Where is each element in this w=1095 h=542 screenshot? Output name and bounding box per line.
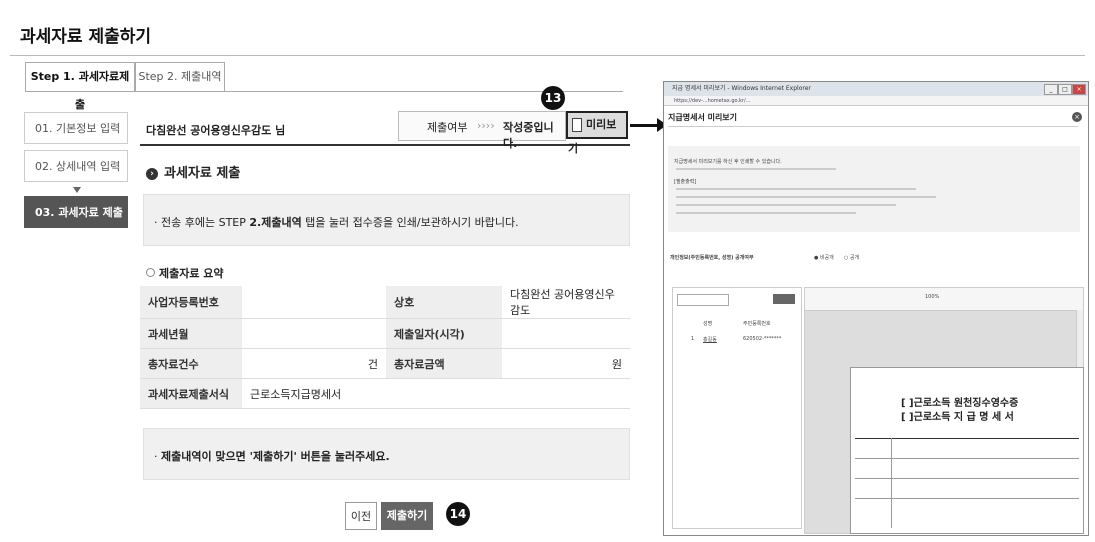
window-close-icon[interactable]: × bbox=[1072, 84, 1086, 95]
status-arrows: ›››› bbox=[477, 119, 495, 132]
value-biz-reg-no bbox=[242, 286, 386, 319]
notice-box: · 전송 후에는 STEP 2.제출내역 탭을 눌러 접수증을 인쇄/보관하시기… bbox=[143, 194, 630, 246]
popup-option-label: 개인정보(주민등록번호, 성명) 공개여부 bbox=[670, 255, 754, 261]
summary-title: 제출자료 요약 bbox=[146, 265, 224, 281]
sidebar-item-submit[interactable]: 03. 과세자료 제출 bbox=[24, 196, 128, 228]
tab-step2[interactable]: Step 2. 제출내역 bbox=[135, 62, 225, 92]
list-cell: 1 bbox=[691, 336, 695, 342]
table-row: 총자료건수 건 총자료금액 원 bbox=[140, 348, 630, 379]
doc-rule bbox=[855, 458, 1079, 459]
tab-step1[interactable]: Step 1. 과세자료제출 bbox=[25, 62, 135, 111]
maximize-icon[interactable]: □ bbox=[1058, 84, 1072, 95]
step-down-arrow-icon bbox=[73, 187, 81, 193]
doc-title-1: [ ]근로소득 원천징수영수증 bbox=[901, 398, 1019, 409]
list-header: 주민등록번호 bbox=[743, 321, 771, 327]
summary-title-text: 제출자료 요약 bbox=[159, 267, 224, 280]
value-tax-period bbox=[242, 318, 386, 349]
doc-rule bbox=[855, 498, 1079, 499]
popup-employee-list: 성명 주민등록번호 1 홍길동 620502-******* bbox=[672, 287, 802, 529]
text-line bbox=[676, 204, 896, 206]
value-total-amount: 원 bbox=[502, 348, 630, 379]
section-title-text: 과세자료 제출 bbox=[164, 166, 241, 181]
label-total-amount: 총자료금액 bbox=[386, 348, 502, 379]
table-row: 과세자료제출서식 근로소득지급명세서 bbox=[140, 378, 630, 409]
label-form: 과세자료제출서식 bbox=[140, 378, 242, 409]
text-line bbox=[676, 168, 836, 170]
document-icon bbox=[572, 118, 582, 132]
title-divider bbox=[10, 55, 1085, 56]
sidebar-item-detail[interactable]: 02. 상세내역 입력 bbox=[24, 150, 128, 182]
viewer-zoom[interactable]: 100% bbox=[925, 294, 939, 300]
popup-document-page: [ ]근로소득 원천징수영수증 [ ]근로소득 지 급 명 세 서 bbox=[850, 367, 1084, 534]
text-line bbox=[676, 212, 856, 214]
status-label: 제출여부 bbox=[427, 121, 468, 134]
confirm-notice-text: · 제출내역이 맞으면 '제출하기' 버튼을 눌러주세요. bbox=[154, 450, 390, 463]
doc-rule bbox=[855, 438, 1079, 439]
notice-prefix: 전송 후에는 STEP bbox=[161, 216, 250, 229]
doc-title-2: [ ]근로소득 지 급 명 세 서 bbox=[901, 412, 1014, 423]
popup-option-a[interactable]: ● 비공개 bbox=[814, 254, 834, 261]
viewer-toolbar bbox=[805, 288, 1083, 311]
callout-badge-13: 13 bbox=[541, 86, 565, 110]
bullet-arrow-icon: › bbox=[146, 167, 158, 180]
table-row: 사업자등록번호 상호 다침완선 공어용영신우감도 bbox=[140, 286, 630, 319]
org-name: 다침완선 공어용영신우감도 님 bbox=[146, 124, 286, 137]
popup-info-box: 지급명세서 미리보기를 하신 후 인쇄할 수 있습니다. [필출출력] bbox=[668, 146, 1080, 232]
table-row: 과세년월 제출일자(시각) bbox=[140, 318, 630, 349]
doc-rule bbox=[855, 478, 1079, 479]
list-cell: 620502-******* bbox=[743, 336, 782, 342]
minimize-icon[interactable]: _ bbox=[1044, 84, 1058, 95]
text-line bbox=[676, 196, 936, 198]
popup-info-line: [필출출력] bbox=[674, 179, 697, 185]
option-b-text: 공개 bbox=[849, 255, 860, 261]
option-a-text: 비공개 bbox=[819, 255, 834, 261]
tab-underline bbox=[25, 91, 623, 92]
notice-text: · 전송 후에는 STEP 2.제출내역 탭을 눌러 접수증을 인쇄/보관하시기… bbox=[154, 216, 519, 229]
value-total-count: 건 bbox=[242, 348, 386, 379]
doc-rule bbox=[891, 438, 892, 528]
summary-table: 사업자등록번호 상호 다침완선 공어용영신우감도 과세년월 제출일자(시각) 총… bbox=[140, 286, 630, 409]
status-box: 제출여부 ›››› 작성중입니다. bbox=[398, 111, 566, 150]
notice-suffix: 탭을 눌러 접수증을 인쇄/보관하시기 바랍니다. bbox=[301, 216, 519, 229]
popup-url-bar: https://dev-...hometax.go.kr/... bbox=[664, 96, 1088, 106]
callout-badge-14: 14 bbox=[446, 502, 470, 526]
confirm-notice-box: · 제출내역이 맞으면 '제출하기' 버튼을 눌러주세요. bbox=[143, 428, 630, 480]
list-search-button[interactable] bbox=[773, 294, 795, 304]
popup-close-icon[interactable]: × bbox=[1072, 112, 1082, 122]
popup-divider bbox=[668, 126, 1078, 127]
confirm-prefix: 제출내역이 맞으면 bbox=[161, 450, 250, 463]
list-cell-link[interactable]: 홍길동 bbox=[703, 336, 717, 343]
prev-button[interactable]: 이전 bbox=[345, 502, 377, 530]
page-title: 과세자료 제출하기 bbox=[20, 27, 152, 47]
label-total-count: 총자료건수 bbox=[140, 348, 242, 379]
value-company: 다침완선 공어용영신우감도 bbox=[502, 286, 630, 319]
label-company: 상호 bbox=[386, 286, 502, 319]
submit-button[interactable]: 제출하기 bbox=[381, 502, 433, 530]
popup-heading: 지급명세서 미리보기 bbox=[668, 113, 738, 122]
bullet-circle-icon bbox=[146, 268, 155, 277]
notice-bold: 2.제출내역 bbox=[249, 216, 302, 229]
preview-popup-window: 지급 명세서 미리보기 - Windows Internet Explorer … bbox=[663, 81, 1089, 536]
label-submit-date: 제출일자(시각) bbox=[386, 318, 502, 349]
section-title: › 과세자료 제출 bbox=[146, 162, 240, 181]
popup-titlebar: 지급 명세서 미리보기 - Windows Internet Explorer bbox=[664, 82, 1088, 96]
label-biz-reg-no: 사업자등록번호 bbox=[140, 286, 242, 319]
value-submit-date bbox=[502, 318, 630, 349]
text-line bbox=[676, 188, 916, 190]
list-header: 성명 bbox=[703, 321, 713, 327]
preview-button[interactable]: 미리보기 bbox=[566, 111, 628, 155]
callout-arrow-line bbox=[630, 124, 660, 127]
label-tax-period: 과세년월 bbox=[140, 318, 242, 349]
status-value: 작성중입니다. bbox=[503, 121, 554, 150]
popup-info-line: 지급명세서 미리보기를 하신 후 인쇄할 수 있습니다. bbox=[674, 159, 782, 165]
sidebar-item-basic-info[interactable]: 01. 기본정보 입력 bbox=[24, 112, 128, 144]
confirm-bold: '제출하기' 버튼을 눌러주세요. bbox=[249, 450, 390, 463]
list-search-input[interactable] bbox=[677, 294, 729, 306]
popup-option-b[interactable]: ○ 공개 bbox=[844, 254, 859, 261]
value-form: 근로소득지급명세서 bbox=[242, 378, 630, 409]
